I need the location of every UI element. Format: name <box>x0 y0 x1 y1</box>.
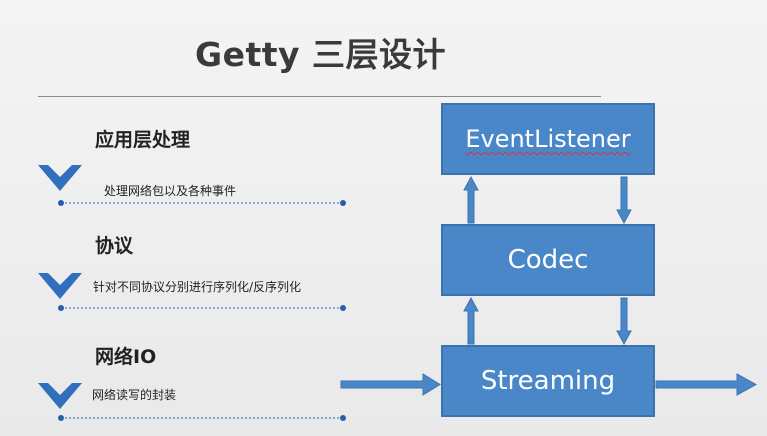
eventlistener-label: EventListener <box>465 125 631 153</box>
down-arrow <box>616 176 632 225</box>
up-arrow <box>463 175 479 224</box>
layer-heading-protocol: 协议 <box>95 235 134 257</box>
layer-description-application: 处理网络包以及各种事件 <box>104 184 237 198</box>
up-arrow <box>463 296 479 345</box>
dotted-separator <box>58 305 346 311</box>
dotted-separator <box>58 415 346 421</box>
chevron-down-icon <box>38 273 82 299</box>
layer-heading-network-io: 网络IO <box>95 346 157 368</box>
eventlistener-box: EventListener <box>441 103 655 175</box>
layer-description-protocol: 针对不同协议分别进行序列化/反序列化 <box>93 280 302 294</box>
codec-box: Codec <box>441 224 655 296</box>
input-arrow <box>340 373 441 396</box>
output-arrow <box>655 373 758 396</box>
down-arrow <box>616 297 632 346</box>
streaming-box: Streaming <box>441 345 655 417</box>
chevron-down-icon <box>38 165 82 191</box>
layer-heading-application: 应用层处理 <box>95 129 191 151</box>
codec-label: Codec <box>507 245 589 275</box>
slide-title: Getty 三层设计 <box>195 35 447 74</box>
layer-description-network-io: 网络读写的封装 <box>92 388 177 402</box>
title-divider <box>38 96 601 97</box>
streaming-label: Streaming <box>480 366 616 396</box>
chevron-down-icon <box>38 383 82 409</box>
dotted-separator <box>58 200 346 206</box>
